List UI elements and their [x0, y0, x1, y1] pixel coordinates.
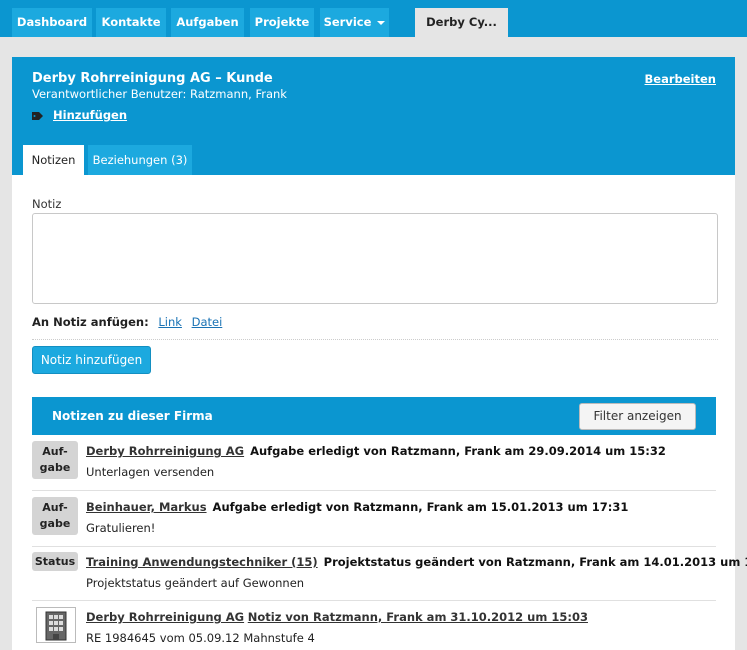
entry-description: Aufgabe erledigt von Ratzmann, Frank am …	[212, 500, 629, 514]
status-badge: Status	[32, 552, 78, 571]
nav-tab-current-record[interactable]: Derby Cy...	[415, 8, 508, 37]
notes-section-header: Notizen zu dieser Firma Filter anzeigen	[32, 397, 716, 435]
responsible-user: Verantwortlicher Benutzer: Ratzmann, Fra…	[32, 87, 287, 101]
note-textarea[interactable]	[32, 213, 718, 304]
attach-link-link[interactable]: Link	[158, 315, 182, 329]
notes-panel: Notiz An Notiz anfügen: Link Datei Notiz…	[12, 175, 747, 650]
entry-detail: RE 1984645 vom 05.09.12 Mahnstufe 4	[86, 631, 315, 645]
nav-tab-aufgaben[interactable]: Aufgaben	[171, 8, 244, 37]
list-item: Derby Rohrreinigung AG Notiz von Ratzman…	[32, 607, 716, 650]
list-item: Auf- gabe Beinhauer, Markus Aufgabe erled…	[32, 497, 716, 547]
task-badge: Auf- gabe	[32, 441, 78, 479]
entry-headline: Derby Rohrreinigung AG Notiz von Ratzman…	[86, 610, 588, 624]
nav-tab-service-label: Service	[323, 15, 372, 29]
attach-file-link[interactable]: Datei	[192, 315, 223, 329]
tag-icon	[32, 112, 43, 120]
entry-description: Projektstatus geändert von Ratzmann, Fra…	[323, 555, 747, 569]
top-navigation: Dashboard Kontakte Aufgaben Projekte Ser…	[0, 0, 747, 37]
entry-note-link[interactable]: Notiz von Ratzmann, Frank am 31.10.2012 …	[248, 610, 588, 624]
show-filter-button[interactable]: Filter anzeigen	[579, 403, 696, 430]
nav-tab-service[interactable]: Service	[320, 8, 389, 37]
attach-label: An Notiz anfügen:	[32, 315, 149, 329]
notes-section-title: Notizen zu dieser Firma	[52, 409, 213, 423]
nav-tab-projekte[interactable]: Projekte	[250, 8, 314, 37]
page-title: Derby Rohrreinigung AG – Kunde	[32, 71, 273, 86]
tab-notizen[interactable]: Notizen	[23, 145, 84, 175]
add-note-button[interactable]: Notiz hinzufügen	[32, 346, 151, 374]
nav-tab-kontakte[interactable]: Kontakte	[96, 8, 166, 37]
chevron-down-icon	[377, 20, 386, 25]
nav-tab-dashboard[interactable]: Dashboard	[12, 8, 92, 37]
task-badge: Auf- gabe	[32, 497, 78, 535]
entry-contact-link[interactable]: Beinhauer, Markus	[86, 500, 207, 514]
divider	[32, 600, 716, 601]
entry-headline: Beinhauer, Markus Aufgabe erledigt von Ra…	[86, 500, 628, 514]
entry-detail: Projektstatus geändert auf Gewonnen	[86, 576, 305, 590]
entry-description: Aufgabe erledigt von Ratzmann, Frank am …	[250, 444, 666, 458]
divider	[32, 490, 716, 491]
attach-row: An Notiz anfügen: Link Datei	[32, 315, 222, 329]
building-icon	[36, 607, 76, 643]
entry-company-link[interactable]: Derby Rohrreinigung AG	[86, 610, 244, 624]
note-field-label: Notiz	[32, 197, 62, 211]
entry-detail: Unterlagen versenden	[86, 465, 215, 479]
entry-headline: Training Anwendungstechniker (15) Projekt…	[86, 555, 747, 569]
list-item: Status Training Anwendungstechniker (15)…	[32, 552, 747, 602]
edit-link[interactable]: Bearbeiten	[645, 72, 716, 86]
list-item: Auf- gabe Derby Rohrreinigung AG Aufgabe …	[32, 441, 716, 491]
tab-beziehungen[interactable]: Beziehungen (3)	[88, 145, 192, 175]
entry-company-link[interactable]: Derby Rohrreinigung AG	[86, 444, 244, 458]
entry-detail: Gratulieren!	[86, 521, 156, 535]
record-header: Derby Rohrreinigung AG – Kunde Verantwor…	[12, 57, 735, 175]
add-tag-link[interactable]: Hinzufügen	[53, 108, 127, 122]
divider	[32, 339, 718, 340]
divider	[32, 546, 716, 547]
entry-headline: Derby Rohrreinigung AG Aufgabe erledigt v…	[86, 444, 666, 458]
entry-project-link[interactable]: Training Anwendungstechniker (15)	[86, 555, 318, 569]
